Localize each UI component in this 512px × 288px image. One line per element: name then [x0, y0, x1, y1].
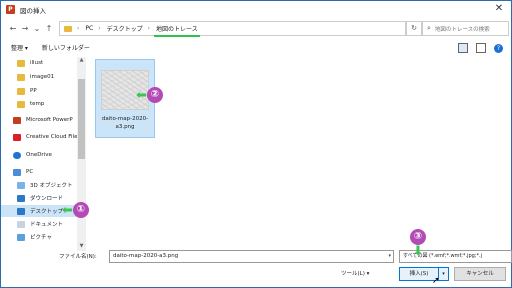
powerpoint-app-icon: P	[6, 5, 15, 14]
sidebar-item-label: illust	[30, 60, 44, 66]
3d-objects-icon	[17, 181, 25, 189]
recent-locations-button[interactable]: ⌄	[31, 24, 43, 33]
pc-icon	[13, 168, 21, 176]
desktop-icon	[17, 207, 25, 215]
filename-label: ファイル名(N):	[59, 254, 97, 260]
close-button[interactable]: ✕	[491, 3, 507, 15]
forward-button[interactable]: →	[19, 24, 31, 33]
sidebar-item-label: ドキュメント	[30, 222, 64, 228]
breadcrumb-separator: ›	[147, 25, 151, 32]
up-button[interactable]: ↑	[43, 24, 55, 33]
sidebar-item-label: ダウンロード	[30, 196, 64, 202]
callout-2: ⬅ ②	[136, 87, 163, 103]
callout-number: ①	[72, 202, 89, 218]
file-list: daito-map-2020-a3.png	[89, 57, 509, 247]
callout-number: ③	[410, 229, 426, 245]
folder-icon	[17, 87, 25, 95]
callout-number: ②	[146, 87, 163, 103]
breadcrumb-desktop[interactable]: デスクトップ	[107, 24, 143, 33]
breadcrumb-current-label: 地図のトレース	[156, 26, 198, 33]
sidebar-item-pictures[interactable]: ピクチャ	[1, 231, 77, 243]
help-icon[interactable]: ?	[494, 43, 503, 53]
mouse-cursor-icon: ➚	[432, 276, 440, 286]
sidebar-item-microsoft-powerpoint[interactable]: Microsoft PowerP	[1, 114, 77, 126]
refresh-button[interactable]: ↻	[406, 21, 422, 36]
arrow-left-icon: ⬅	[62, 202, 73, 218]
callout-3: ③ ⬇	[410, 229, 426, 258]
arrow-left-icon: ⬅	[136, 87, 147, 103]
download-icon	[17, 194, 25, 202]
sidebar-item-label: PP	[30, 88, 37, 94]
sidebar-item-label: image01	[30, 74, 55, 80]
scroll-up-icon[interactable]: ▲	[77, 57, 86, 65]
navigation-scrollbar[interactable]: ▲ ▼	[77, 57, 86, 251]
back-button[interactable]: ←	[7, 24, 19, 33]
title-bar: P 図の挿入 ✕	[1, 1, 511, 18]
sidebar-item-label: temp	[30, 101, 45, 107]
folder-icon	[17, 59, 25, 67]
sidebar-item-label: Microsoft PowerP	[26, 117, 73, 123]
insert-picture-dialog: P 図の挿入 ✕ ← → ⌄ ↑ › PC › デスクトップ › 地図のトレース…	[0, 0, 512, 288]
search-box[interactable]: ⌕ 地図のトレースの検索	[422, 21, 509, 36]
navigation-pane: illust image01 PP temp Microsoft PowerP …	[1, 57, 87, 257]
documents-icon	[17, 220, 25, 228]
address-bar[interactable]: › PC › デスクトップ › 地図のトレース	[59, 21, 406, 37]
sidebar-item-label: OneDrive	[26, 152, 52, 158]
view-options-icon[interactable]	[458, 43, 468, 53]
command-bar: 整理 ▾ 新しいフォルダー ?	[1, 39, 511, 55]
breadcrumb-separator: ›	[77, 25, 80, 32]
creative-cloud-icon	[13, 133, 21, 141]
highlight-underline	[154, 35, 200, 37]
breadcrumb-pc[interactable]: PC	[85, 25, 93, 32]
cancel-button[interactable]: キャンセル	[454, 267, 506, 281]
sidebar-item-illust[interactable]: illust	[1, 57, 77, 69]
chevron-down-icon[interactable]: ▾	[388, 251, 391, 262]
sidebar-item-3d-objects[interactable]: 3D オブジェクト	[1, 179, 77, 191]
callout-1: ⬅ ①	[62, 202, 89, 218]
sidebar-item-label: Creative Cloud File	[26, 134, 78, 140]
filename-value: daito-map-2020-a3.png	[113, 253, 179, 259]
file-name: daito-map-2020-a3.png	[101, 116, 149, 130]
sidebar-item-label: PC	[26, 169, 34, 175]
onedrive-icon	[13, 151, 21, 159]
new-folder-button[interactable]: 新しいフォルダー	[42, 43, 90, 52]
sidebar-item-pp[interactable]: PP	[1, 85, 77, 97]
navigation-bar: ← → ⌄ ↑ › PC › デスクトップ › 地図のトレース ↻ ⌕ 地図のト…	[1, 19, 511, 37]
search-placeholder: 地図のトレースの検索	[434, 26, 490, 33]
folder-icon	[17, 73, 25, 81]
sidebar-item-temp[interactable]: temp	[1, 98, 77, 110]
search-icon: ⌕	[427, 24, 431, 32]
sidebar-item-label: デスクトップ	[30, 209, 64, 215]
view-controls: ?	[458, 43, 503, 53]
folder-icon	[64, 25, 72, 32]
sidebar-item-creative-cloud[interactable]: Creative Cloud File	[1, 131, 77, 143]
breadcrumb-current-folder[interactable]: 地図のトレース	[154, 24, 200, 37]
filename-input[interactable]: daito-map-2020-a3.png ▾	[109, 250, 394, 263]
breadcrumb-separator: ›	[98, 25, 101, 32]
organize-button[interactable]: 整理 ▾	[11, 43, 28, 52]
arrow-down-icon: ⬇	[412, 244, 424, 259]
folder-icon	[17, 100, 25, 108]
sidebar-item-label: ピクチャ	[30, 235, 52, 241]
sidebar-item-image01[interactable]: image01	[1, 71, 77, 83]
sidebar-item-documents[interactable]: ドキュメント	[1, 218, 77, 230]
tools-menu[interactable]: ツール(L) ▾	[341, 269, 369, 277]
sidebar-item-onedrive[interactable]: OneDrive	[1, 149, 77, 161]
pictures-icon	[17, 233, 25, 241]
insert-options-chevron-icon[interactable]: ▾	[438, 267, 449, 281]
dialog-title: 図の挿入	[20, 6, 46, 15]
preview-pane-icon[interactable]	[476, 43, 486, 53]
sidebar-item-pc[interactable]: PC	[1, 166, 77, 178]
scrollbar-thumb[interactable]	[78, 79, 85, 159]
powerpoint-icon	[13, 116, 21, 124]
sidebar-item-label: 3D オブジェクト	[30, 183, 73, 189]
